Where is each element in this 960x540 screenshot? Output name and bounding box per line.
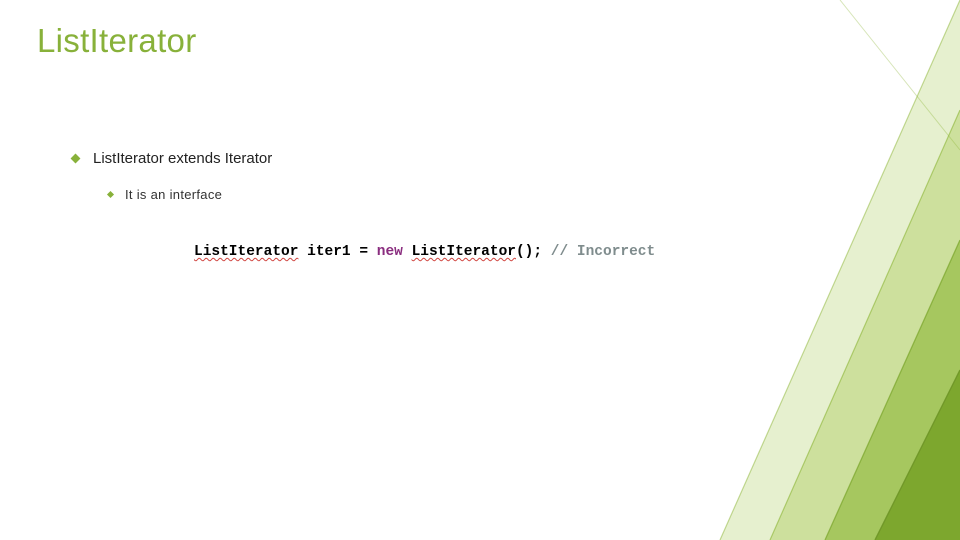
slide: ListIterator ListIterator extends Iterat… — [0, 0, 960, 540]
code-eq: = — [351, 244, 377, 260]
code-keyword-new: new — [377, 244, 403, 260]
diamond-bullet-icon — [71, 154, 81, 164]
decorative-triangles — [660, 0, 960, 540]
code-paren: (); — [516, 244, 542, 260]
bullet-item-main: ListIterator extends Iterator — [72, 150, 272, 167]
code-comment: // Incorrect — [551, 244, 655, 260]
code-var: iter1 — [307, 244, 351, 260]
code-snippet: ListIterator iter1 = new ListIterator();… — [194, 244, 655, 260]
code-type1: ListIterator — [194, 244, 298, 260]
bullet-sub-text: It is an interface — [125, 187, 222, 202]
bullet-main-text: ListIterator extends Iterator — [93, 150, 272, 167]
code-type2: ListIterator — [412, 244, 516, 260]
diamond-bullet-icon — [107, 191, 114, 198]
bullet-item-sub: It is an interface — [108, 187, 222, 202]
page-title: ListIterator — [37, 22, 197, 60]
